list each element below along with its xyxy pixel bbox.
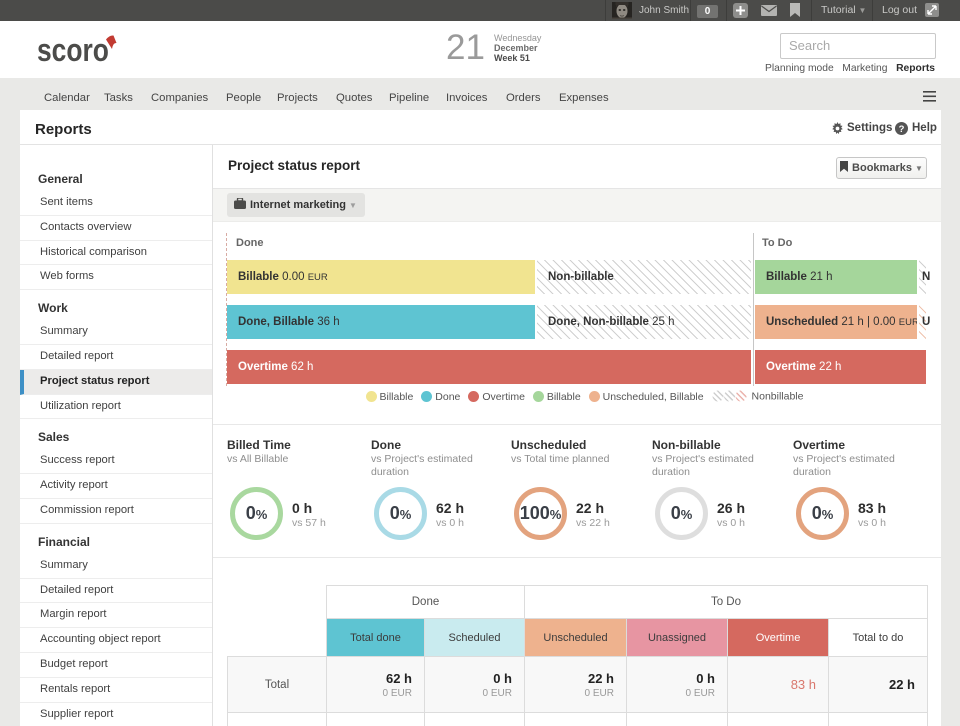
- svg-text:?: ?: [899, 124, 905, 135]
